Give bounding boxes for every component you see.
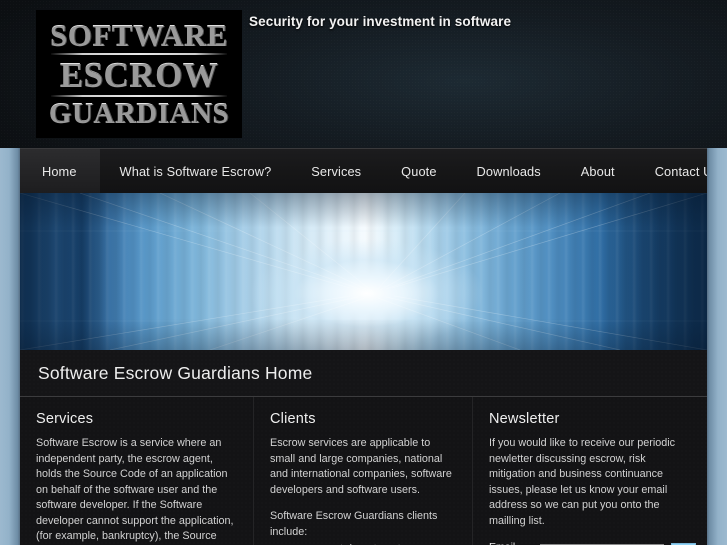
hero-perspective-lines bbox=[20, 193, 707, 350]
newsletter-body: If you would like to receive our periodi… bbox=[489, 437, 676, 527]
nav-item-what-is-software-escrow[interactable]: What is Software Escrow? bbox=[100, 149, 292, 193]
column-services: Services Software Escrow is a service wh… bbox=[20, 397, 253, 545]
clients-list-intro: Software Escrow Guardians clients includ… bbox=[270, 510, 438, 538]
column-newsletter: Newsletter If you would like to receive … bbox=[472, 397, 707, 545]
page-title-strip: Software Escrow Guardians Home bbox=[20, 350, 707, 396]
logo-line-guardians: GUARDIANS bbox=[48, 96, 230, 129]
nav-item-services[interactable]: Services bbox=[291, 149, 381, 193]
site-logo[interactable]: SOFTWARE ESCROW GUARDIANS bbox=[36, 10, 242, 138]
nav-item-downloads[interactable]: Downloads bbox=[457, 149, 561, 193]
page-root: SOFTWARE ESCROW GUARDIANS Security for y… bbox=[0, 0, 727, 545]
services-heading: Services bbox=[36, 411, 94, 427]
content-columns: Services Software Escrow is a service wh… bbox=[20, 396, 707, 545]
page-title: Software Escrow Guardians Home bbox=[38, 362, 313, 383]
column-clients: Clients Escrow services are applicable t… bbox=[253, 397, 472, 545]
logo-line-escrow: ESCROW bbox=[59, 54, 219, 94]
clients-heading: Clients bbox=[270, 411, 316, 427]
nav-item-contact-us[interactable]: Contact Us bbox=[635, 149, 707, 193]
site-header: SOFTWARE ESCROW GUARDIANS Security for y… bbox=[0, 0, 727, 148]
newsletter-signup-form: Email Address Join! bbox=[489, 541, 697, 545]
main-navigation: Home What is Software Escrow? Services Quot… bbox=[20, 148, 707, 193]
logo-line-software: SOFTWARE bbox=[50, 16, 228, 52]
site-tagline: Security for your investment in software bbox=[249, 14, 512, 29]
services-body: Software Escrow is a service where an in… bbox=[36, 437, 234, 542]
nav-item-quote[interactable]: Quote bbox=[381, 149, 456, 193]
nav-item-home[interactable]: Home bbox=[20, 149, 100, 193]
clients-body: Escrow services are applicable to small … bbox=[270, 437, 452, 496]
hero-banner bbox=[20, 193, 707, 350]
newsletter-heading: Newsletter bbox=[489, 411, 560, 427]
nav-item-about[interactable]: About bbox=[561, 149, 635, 193]
email-address-label: Email Address bbox=[489, 541, 533, 545]
content-wrapper: Home What is Software Escrow? Services Quot… bbox=[20, 148, 707, 545]
